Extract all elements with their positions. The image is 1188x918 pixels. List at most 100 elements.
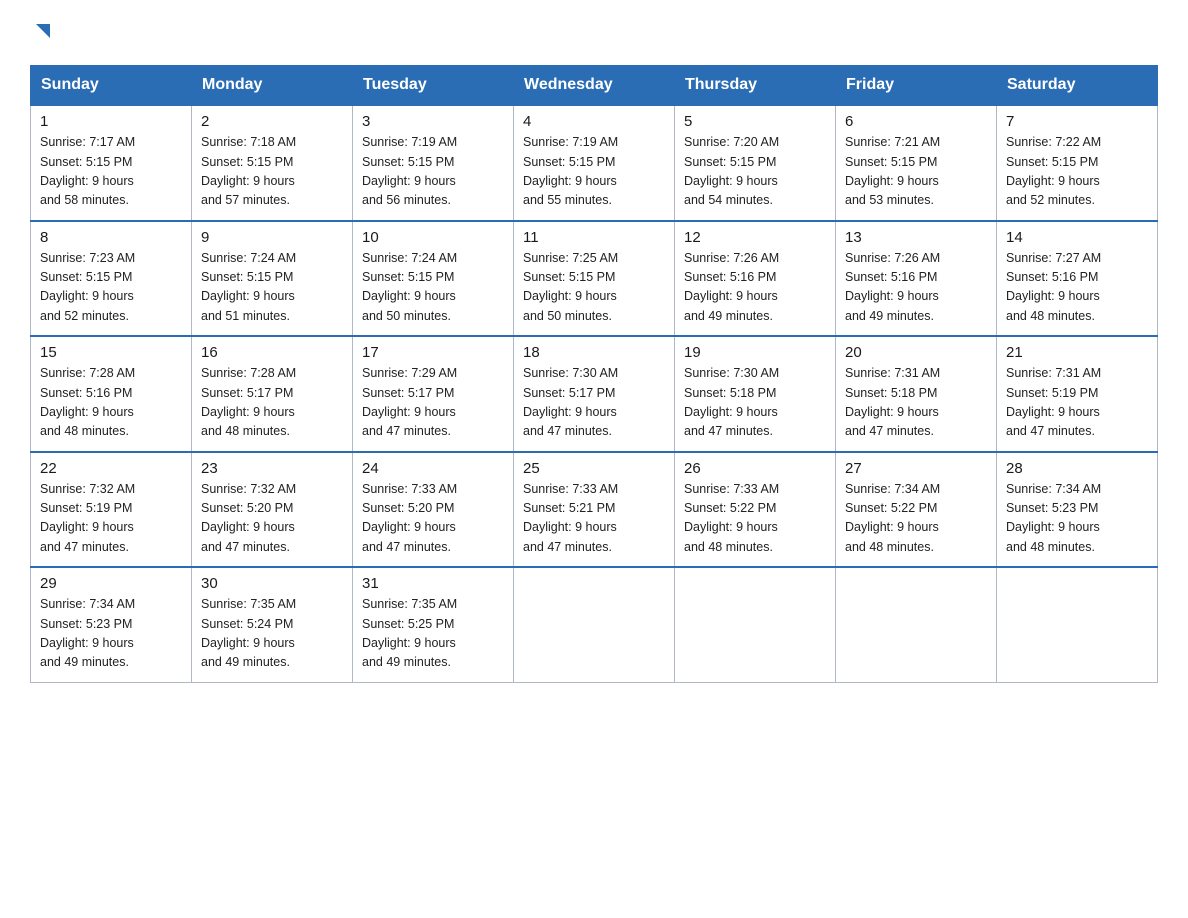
day-number: 27 <box>845 460 987 477</box>
day-number: 13 <box>845 229 987 246</box>
empty-cell <box>675 567 836 682</box>
day-cell-6: 6 Sunrise: 7:21 AMSunset: 5:15 PMDayligh… <box>836 105 997 221</box>
day-info: Sunrise: 7:18 AMSunset: 5:15 PMDaylight:… <box>201 135 296 207</box>
day-info: Sunrise: 7:32 AMSunset: 5:20 PMDaylight:… <box>201 482 296 554</box>
day-cell-4: 4 Sunrise: 7:19 AMSunset: 5:15 PMDayligh… <box>514 105 675 221</box>
day-cell-19: 19 Sunrise: 7:30 AMSunset: 5:18 PMDaylig… <box>675 336 836 452</box>
day-cell-27: 27 Sunrise: 7:34 AMSunset: 5:22 PMDaylig… <box>836 452 997 568</box>
day-cell-8: 8 Sunrise: 7:23 AMSunset: 5:15 PMDayligh… <box>31 221 192 337</box>
day-cell-30: 30 Sunrise: 7:35 AMSunset: 5:24 PMDaylig… <box>192 567 353 682</box>
day-cell-11: 11 Sunrise: 7:25 AMSunset: 5:15 PMDaylig… <box>514 221 675 337</box>
day-cell-10: 10 Sunrise: 7:24 AMSunset: 5:15 PMDaylig… <box>353 221 514 337</box>
day-number: 18 <box>523 344 665 361</box>
weekday-header-tuesday: Tuesday <box>353 66 514 106</box>
day-cell-16: 16 Sunrise: 7:28 AMSunset: 5:17 PMDaylig… <box>192 336 353 452</box>
day-cell-25: 25 Sunrise: 7:33 AMSunset: 5:21 PMDaylig… <box>514 452 675 568</box>
day-number: 22 <box>40 460 182 477</box>
day-number: 21 <box>1006 344 1148 361</box>
day-number: 19 <box>684 344 826 361</box>
day-number: 4 <box>523 113 665 130</box>
day-number: 5 <box>684 113 826 130</box>
day-number: 26 <box>684 460 826 477</box>
day-info: Sunrise: 7:35 AMSunset: 5:25 PMDaylight:… <box>362 597 457 669</box>
day-cell-18: 18 Sunrise: 7:30 AMSunset: 5:17 PMDaylig… <box>514 336 675 452</box>
day-info: Sunrise: 7:32 AMSunset: 5:19 PMDaylight:… <box>40 482 135 554</box>
day-info: Sunrise: 7:30 AMSunset: 5:17 PMDaylight:… <box>523 366 618 438</box>
day-cell-15: 15 Sunrise: 7:28 AMSunset: 5:16 PMDaylig… <box>31 336 192 452</box>
day-info: Sunrise: 7:29 AMSunset: 5:17 PMDaylight:… <box>362 366 457 438</box>
day-cell-14: 14 Sunrise: 7:27 AMSunset: 5:16 PMDaylig… <box>997 221 1158 337</box>
day-number: 31 <box>362 575 504 592</box>
day-number: 16 <box>201 344 343 361</box>
logo <box>30 20 54 47</box>
day-info: Sunrise: 7:28 AMSunset: 5:17 PMDaylight:… <box>201 366 296 438</box>
weekday-header-wednesday: Wednesday <box>514 66 675 106</box>
day-cell-29: 29 Sunrise: 7:34 AMSunset: 5:23 PMDaylig… <box>31 567 192 682</box>
day-info: Sunrise: 7:31 AMSunset: 5:19 PMDaylight:… <box>1006 366 1101 438</box>
day-cell-5: 5 Sunrise: 7:20 AMSunset: 5:15 PMDayligh… <box>675 105 836 221</box>
day-cell-1: 1 Sunrise: 7:17 AMSunset: 5:15 PMDayligh… <box>31 105 192 221</box>
day-cell-26: 26 Sunrise: 7:33 AMSunset: 5:22 PMDaylig… <box>675 452 836 568</box>
day-number: 10 <box>362 229 504 246</box>
day-info: Sunrise: 7:17 AMSunset: 5:15 PMDaylight:… <box>40 135 135 207</box>
day-number: 2 <box>201 113 343 130</box>
day-info: Sunrise: 7:19 AMSunset: 5:15 PMDaylight:… <box>362 135 457 207</box>
day-info: Sunrise: 7:33 AMSunset: 5:20 PMDaylight:… <box>362 482 457 554</box>
day-info: Sunrise: 7:25 AMSunset: 5:15 PMDaylight:… <box>523 251 618 323</box>
day-cell-12: 12 Sunrise: 7:26 AMSunset: 5:16 PMDaylig… <box>675 221 836 337</box>
day-number: 11 <box>523 229 665 246</box>
day-number: 12 <box>684 229 826 246</box>
empty-cell <box>997 567 1158 682</box>
day-number: 3 <box>362 113 504 130</box>
day-cell-7: 7 Sunrise: 7:22 AMSunset: 5:15 PMDayligh… <box>997 105 1158 221</box>
day-number: 24 <box>362 460 504 477</box>
day-cell-13: 13 Sunrise: 7:26 AMSunset: 5:16 PMDaylig… <box>836 221 997 337</box>
day-info: Sunrise: 7:34 AMSunset: 5:22 PMDaylight:… <box>845 482 940 554</box>
week-row-2: 8 Sunrise: 7:23 AMSunset: 5:15 PMDayligh… <box>31 221 1158 337</box>
day-info: Sunrise: 7:26 AMSunset: 5:16 PMDaylight:… <box>845 251 940 323</box>
week-row-5: 29 Sunrise: 7:34 AMSunset: 5:23 PMDaylig… <box>31 567 1158 682</box>
day-number: 14 <box>1006 229 1148 246</box>
day-info: Sunrise: 7:30 AMSunset: 5:18 PMDaylight:… <box>684 366 779 438</box>
day-info: Sunrise: 7:20 AMSunset: 5:15 PMDaylight:… <box>684 135 779 207</box>
day-number: 20 <box>845 344 987 361</box>
day-info: Sunrise: 7:23 AMSunset: 5:15 PMDaylight:… <box>40 251 135 323</box>
day-number: 28 <box>1006 460 1148 477</box>
weekday-header-friday: Friday <box>836 66 997 106</box>
day-number: 6 <box>845 113 987 130</box>
day-cell-9: 9 Sunrise: 7:24 AMSunset: 5:15 PMDayligh… <box>192 221 353 337</box>
day-info: Sunrise: 7:24 AMSunset: 5:15 PMDaylight:… <box>201 251 296 323</box>
weekday-header-thursday: Thursday <box>675 66 836 106</box>
week-row-1: 1 Sunrise: 7:17 AMSunset: 5:15 PMDayligh… <box>31 105 1158 221</box>
day-cell-28: 28 Sunrise: 7:34 AMSunset: 5:23 PMDaylig… <box>997 452 1158 568</box>
day-info: Sunrise: 7:33 AMSunset: 5:21 PMDaylight:… <box>523 482 618 554</box>
day-info: Sunrise: 7:34 AMSunset: 5:23 PMDaylight:… <box>1006 482 1101 554</box>
day-number: 15 <box>40 344 182 361</box>
week-row-4: 22 Sunrise: 7:32 AMSunset: 5:19 PMDaylig… <box>31 452 1158 568</box>
day-number: 29 <box>40 575 182 592</box>
day-info: Sunrise: 7:26 AMSunset: 5:16 PMDaylight:… <box>684 251 779 323</box>
day-info: Sunrise: 7:27 AMSunset: 5:16 PMDaylight:… <box>1006 251 1101 323</box>
day-info: Sunrise: 7:33 AMSunset: 5:22 PMDaylight:… <box>684 482 779 554</box>
day-info: Sunrise: 7:34 AMSunset: 5:23 PMDaylight:… <box>40 597 135 669</box>
day-number: 7 <box>1006 113 1148 130</box>
day-info: Sunrise: 7:21 AMSunset: 5:15 PMDaylight:… <box>845 135 940 207</box>
logo-arrow-icon <box>32 20 54 47</box>
day-cell-20: 20 Sunrise: 7:31 AMSunset: 5:18 PMDaylig… <box>836 336 997 452</box>
day-info: Sunrise: 7:35 AMSunset: 5:24 PMDaylight:… <box>201 597 296 669</box>
day-number: 1 <box>40 113 182 130</box>
day-cell-21: 21 Sunrise: 7:31 AMSunset: 5:19 PMDaylig… <box>997 336 1158 452</box>
empty-cell <box>514 567 675 682</box>
day-cell-22: 22 Sunrise: 7:32 AMSunset: 5:19 PMDaylig… <box>31 452 192 568</box>
day-cell-3: 3 Sunrise: 7:19 AMSunset: 5:15 PMDayligh… <box>353 105 514 221</box>
day-cell-17: 17 Sunrise: 7:29 AMSunset: 5:17 PMDaylig… <box>353 336 514 452</box>
day-cell-31: 31 Sunrise: 7:35 AMSunset: 5:25 PMDaylig… <box>353 567 514 682</box>
day-cell-23: 23 Sunrise: 7:32 AMSunset: 5:20 PMDaylig… <box>192 452 353 568</box>
day-info: Sunrise: 7:19 AMSunset: 5:15 PMDaylight:… <box>523 135 618 207</box>
day-number: 30 <box>201 575 343 592</box>
weekday-header-saturday: Saturday <box>997 66 1158 106</box>
day-number: 8 <box>40 229 182 246</box>
weekday-header-monday: Monday <box>192 66 353 106</box>
page-header <box>30 20 1158 47</box>
day-number: 25 <box>523 460 665 477</box>
